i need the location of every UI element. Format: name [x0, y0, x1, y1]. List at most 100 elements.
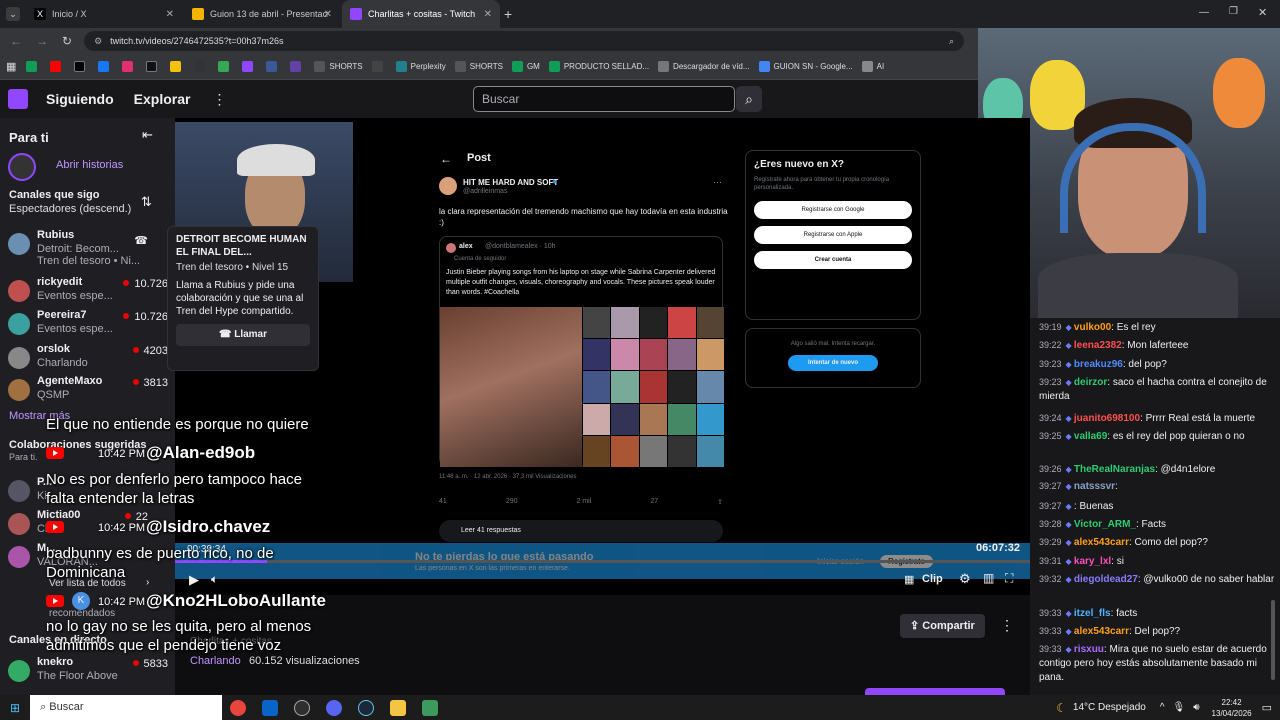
open-stories-link[interactable]: Abrir historias: [56, 159, 123, 171]
bookmark-icon[interactable]: [194, 61, 209, 72]
bookmark-shorts[interactable]: SHORTS: [314, 61, 363, 72]
chat-username[interactable]: Victor_ARM_: [1074, 519, 1136, 530]
bookmark-icon[interactable]: [26, 61, 41, 72]
tray-icon[interactable]: ^: [1160, 702, 1165, 713]
clip-icon[interactable]: ▦: [904, 573, 914, 586]
close-window-icon[interactable]: ✕: [1258, 6, 1267, 19]
discord-icon[interactable]: [326, 699, 343, 716]
forward-icon[interactable]: →: [36, 34, 48, 48]
outlook-icon[interactable]: [262, 699, 279, 716]
chat-username[interactable]: valla69: [1074, 431, 1107, 442]
call-button-label: Llamar: [234, 329, 268, 340]
tab-x-home[interactable]: X Inicio / X ✕: [26, 0, 182, 28]
sidebar-item-knekro[interactable]: knekro The Floor Above 5833: [8, 656, 168, 696]
settings-icon[interactable]: ⚙: [959, 571, 971, 587]
call-button[interactable]: ☎ Llamar: [176, 324, 310, 346]
chat-username[interactable]: vulko00: [1074, 322, 1111, 333]
share-button[interactable]: ⇪ Compartir: [900, 614, 985, 638]
chat-username[interactable]: alex543carr: [1074, 537, 1129, 548]
chat-username[interactable]: natsssvr: [1074, 481, 1115, 492]
site-info-icon[interactable]: ⚙: [94, 36, 102, 47]
chat-username[interactable]: juanito698100: [1074, 413, 1140, 424]
chat-username[interactable]: breakuz96: [1074, 359, 1123, 370]
bookmark-gm[interactable]: GM: [511, 61, 540, 72]
reload-icon[interactable]: ↻: [62, 34, 72, 48]
call-icon[interactable]: ☎: [134, 234, 148, 247]
chat-username[interactable]: itzel_fls: [1074, 608, 1111, 619]
more-menu-icon[interactable]: ⋮: [212, 91, 226, 108]
chat-username[interactable]: leena2382: [1074, 340, 1122, 351]
sidebar-item-agentemaxo[interactable]: AgenteMaxo QSMP 3813: [8, 375, 168, 415]
play-button[interactable]: ▶: [189, 572, 199, 588]
mic-icon[interactable]: 🎙︎: [1173, 702, 1186, 713]
nav-following[interactable]: Siguiendo: [46, 91, 114, 107]
theatre-mode-icon[interactable]: ▥: [983, 571, 994, 585]
bookmark-producto[interactable]: PRODUCTO SELLAD...: [548, 61, 649, 72]
bookmark-perplexity[interactable]: Perplexity: [395, 61, 446, 72]
chat-username[interactable]: alex543carr: [1074, 626, 1129, 637]
collapse-sidebar-icon[interactable]: ⇤: [142, 127, 153, 143]
minimize-icon[interactable]: —: [1199, 7, 1209, 18]
close-icon[interactable]: ✕: [166, 9, 174, 20]
bookmark-ai[interactable]: AI: [861, 61, 884, 72]
tab-search-button[interactable]: ⌄: [6, 7, 20, 21]
apps-icon[interactable]: ▦: [6, 60, 16, 73]
bookmark-shorts-2[interactable]: SHORTS: [454, 61, 503, 72]
bookmark-descargador[interactable]: Descargador de víd...: [658, 61, 750, 72]
steam-icon[interactable]: [358, 699, 375, 716]
chat-badge-icon: ◆: [1065, 482, 1074, 491]
create-account-button: Crear cuenta: [754, 251, 912, 269]
stories-avatar[interactable]: [8, 153, 36, 181]
bookmark-icon[interactable]: [122, 61, 137, 72]
bookmark-icon[interactable]: [242, 61, 257, 72]
app-icon[interactable]: [422, 699, 439, 716]
video-player[interactable]: ← Post HIT ME HARD AND SOFT ● @adrillein…: [167, 118, 1030, 595]
close-icon[interactable]: ✕: [324, 9, 332, 20]
sort-icon[interactable]: ⇅: [141, 194, 152, 210]
close-icon[interactable]: ✕: [484, 9, 492, 20]
bookmark-icon[interactable]: [290, 61, 305, 72]
chat-username[interactable]: kary_lxl: [1074, 556, 1111, 567]
bookmark-icon[interactable]: [371, 61, 387, 72]
chat-username[interactable]: TheRealNaranjas: [1074, 464, 1155, 475]
bookmark-icon[interactable]: [266, 61, 281, 72]
bookmark-icon[interactable]: [170, 61, 185, 72]
volume-tray-icon[interactable]: 🔊︎: [1193, 702, 1199, 713]
chat-username[interactable]: diegoldead27: [1074, 574, 1138, 585]
clock[interactable]: 22:42 13/04/2026: [1212, 697, 1252, 719]
chat-username[interactable]: risxuu: [1074, 644, 1104, 655]
bookmark-icon[interactable]: [146, 61, 161, 72]
progress-bar[interactable]: [175, 560, 1030, 563]
taskbar-search[interactable]: ⌕ Buscar: [30, 695, 223, 720]
more-options-icon[interactable]: ⋮: [1000, 617, 1014, 634]
volume-icon[interactable]: 🔈︎: [211, 572, 218, 587]
zoom-icon[interactable]: ⌕: [949, 36, 954, 47]
sidebar-item-rubius[interactable]: Rubius Detroit: Becom... Tren del tesoro…: [8, 229, 168, 269]
bookmark-icon[interactable]: [50, 61, 65, 72]
search-input[interactable]: Buscar: [473, 86, 735, 112]
channel-game: The Floor Above: [37, 670, 118, 682]
new-tab-button[interactable]: +: [504, 6, 512, 22]
maximize-icon[interactable]: ❐: [1229, 6, 1238, 17]
back-icon[interactable]: ←: [10, 34, 22, 48]
stream-category[interactable]: Charlando: [190, 655, 241, 667]
chat-scrollbar[interactable]: [1271, 600, 1275, 680]
notifications-icon[interactable]: ▭: [1262, 701, 1272, 714]
chat-username[interactable]: deirzor: [1074, 377, 1107, 388]
url-field[interactable]: ⚙ twitch.tv/videos/2746472535?t=00h37m26…: [84, 31, 965, 51]
clip-button[interactable]: Clip: [922, 573, 943, 585]
fullscreen-icon[interactable]: ⛶: [1005, 571, 1013, 586]
bookmark-icon[interactable]: [74, 61, 89, 72]
tab-twitch[interactable]: Charlitas + cositas - Twitch ✕: [342, 0, 500, 28]
search-button[interactable]: ⌕: [736, 86, 762, 112]
obs-icon[interactable]: [294, 699, 311, 716]
windows-start-icon[interactable]: ⊞: [10, 701, 20, 715]
tab-guion[interactable]: Guion 13 de abril - Presentación ✕: [184, 0, 340, 28]
nav-browse[interactable]: Explorar: [134, 91, 191, 107]
bookmark-icon[interactable]: [98, 61, 113, 72]
folder-icon[interactable]: [390, 699, 407, 716]
chrome-icon[interactable]: [230, 699, 247, 716]
bookmark-guion[interactable]: GUION SN - Google...: [758, 61, 853, 72]
bookmark-icon[interactable]: [218, 61, 233, 72]
twitch-logo-icon[interactable]: [8, 89, 28, 109]
